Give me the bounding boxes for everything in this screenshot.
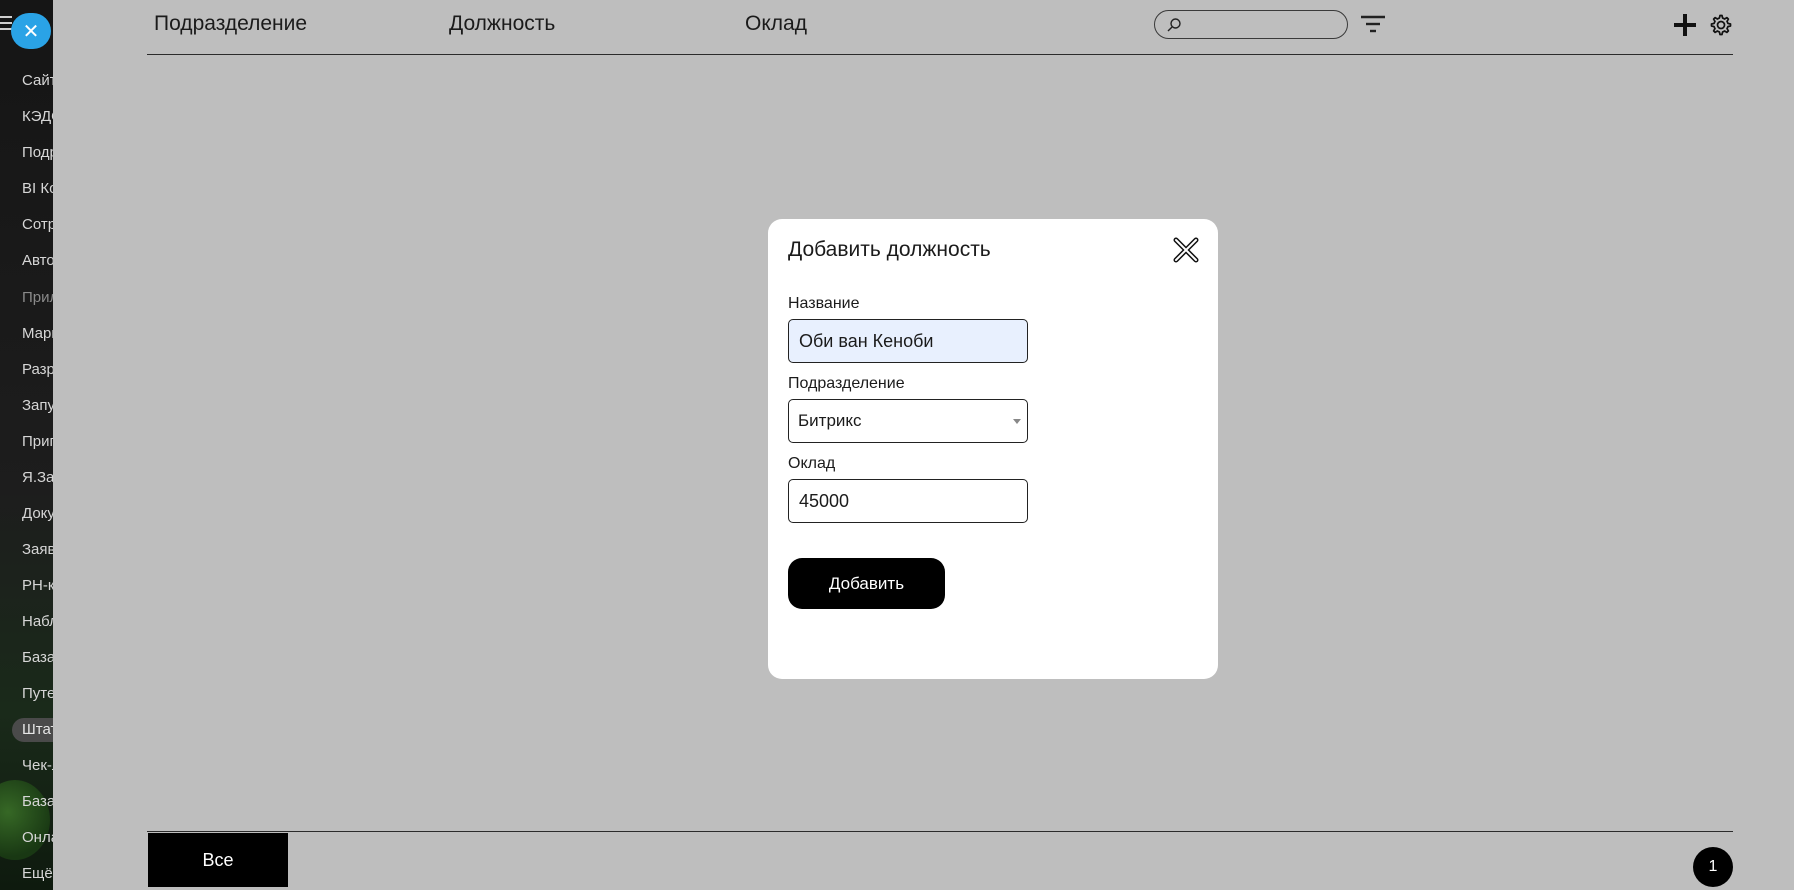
column-header-position[interactable]: Должность	[449, 12, 555, 36]
department-select[interactable]: Битрикс	[788, 399, 1028, 443]
header-divider	[147, 54, 1733, 55]
department-label: Подразделение	[788, 375, 905, 392]
tab-all[interactable]: Все	[148, 833, 288, 887]
close-icon: ✕	[22, 20, 40, 43]
name-field[interactable]	[788, 319, 1028, 363]
search-input[interactable]	[1185, 15, 1339, 37]
salary-label: Оклад	[788, 455, 836, 472]
chevron-down-icon	[1013, 419, 1021, 424]
salary-field[interactable]	[788, 479, 1028, 523]
sidebar: СайтКЭДОПодразделенияBI КонструкторСотру…	[0, 0, 60, 890]
name-label: Название	[788, 295, 860, 312]
background-leaf-decoration	[0, 780, 50, 860]
close-sidebar-button[interactable]: ✕	[11, 13, 51, 49]
modal-title: Добавить должность	[788, 238, 991, 261]
column-header-salary[interactable]: Оклад	[745, 12, 807, 36]
department-selected-value: Битрикс	[798, 411, 862, 430]
add-button[interactable]: Добавить	[788, 558, 945, 609]
main-content: Подразделение Должность Оклад Все 1 Доба…	[53, 0, 1794, 890]
add-position-modal: Добавить должность Название Подразделени…	[768, 219, 1218, 679]
search-box[interactable]	[1154, 10, 1348, 39]
filter-icon[interactable]	[1360, 14, 1386, 34]
footer-divider	[147, 831, 1733, 832]
gear-icon[interactable]	[1707, 12, 1733, 38]
search-icon	[1167, 18, 1181, 32]
column-header-department[interactable]: Подразделение	[154, 12, 307, 36]
plus-icon[interactable]	[1673, 13, 1697, 37]
pagination-page-1[interactable]: 1	[1693, 847, 1733, 887]
close-icon[interactable]	[1173, 237, 1199, 263]
